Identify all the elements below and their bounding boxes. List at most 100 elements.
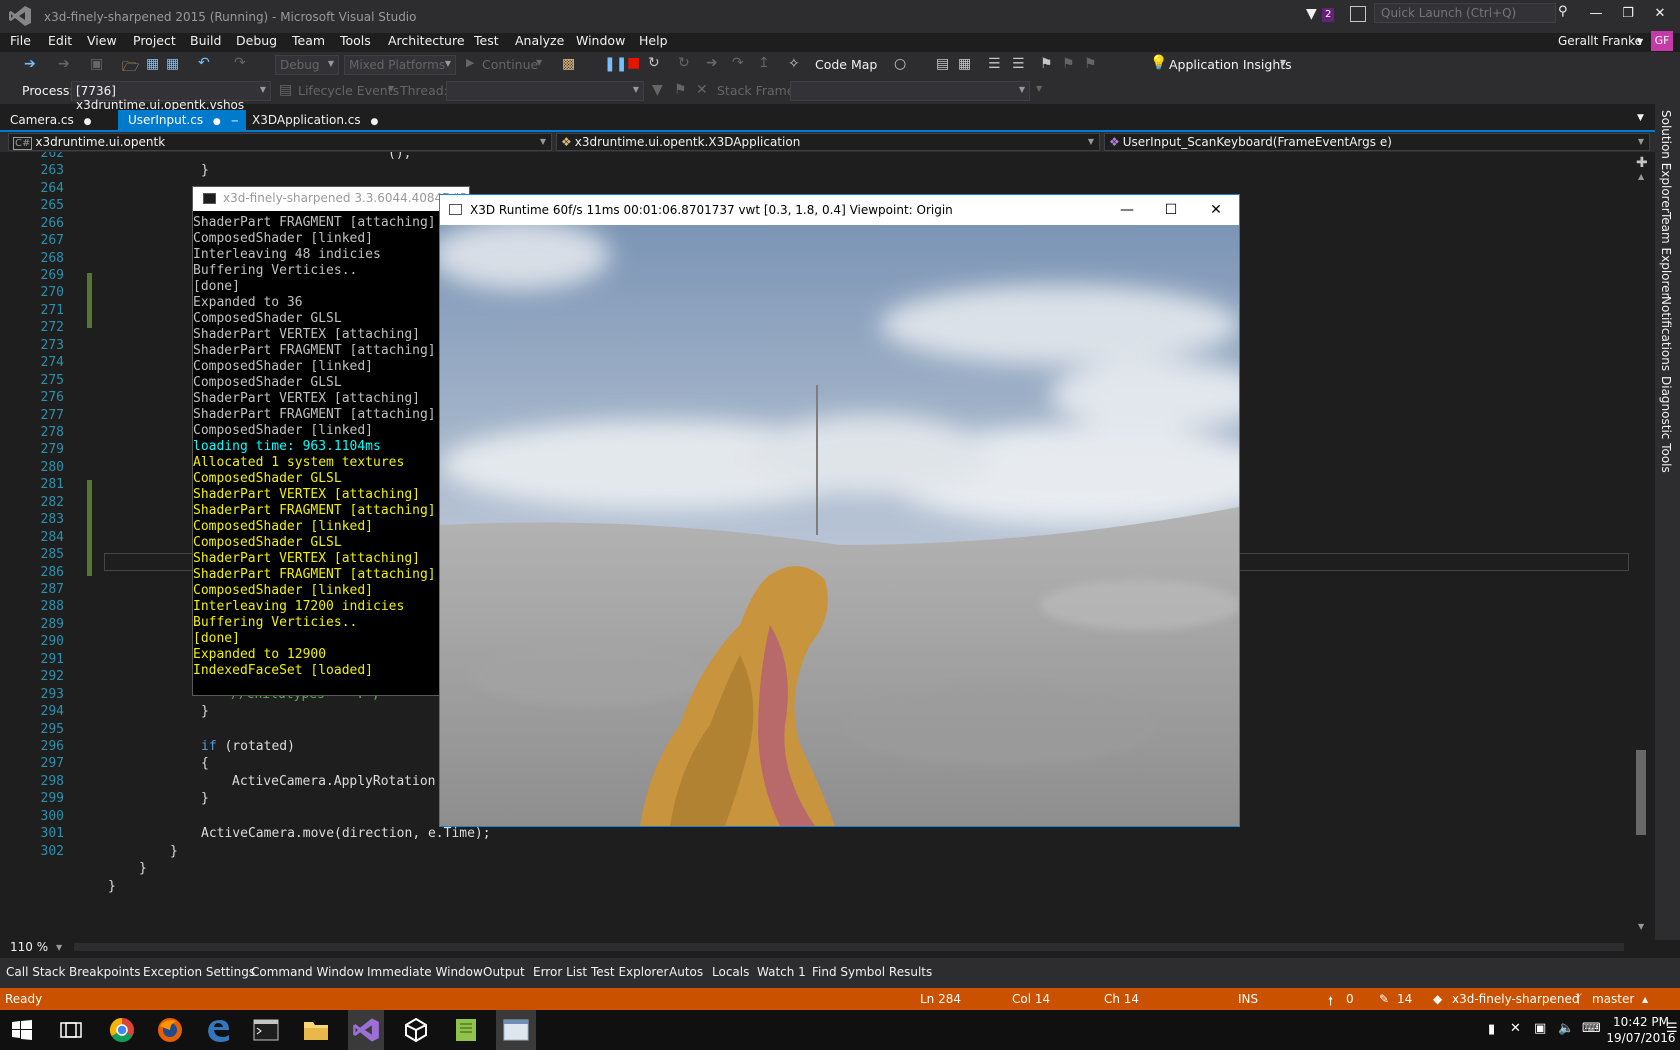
tab-breakpoints[interactable]: Breakpoints — [69, 965, 140, 979]
menu-build[interactable]: Build — [190, 33, 221, 48]
menu-architecture[interactable]: Architecture — [388, 33, 465, 48]
step-out-icon[interactable]: ↥ — [758, 55, 770, 71]
feedback-icon[interactable] — [1350, 6, 1366, 22]
tab-test-explorer[interactable]: Test Explorer — [591, 965, 668, 979]
unity-icon[interactable] — [402, 1016, 430, 1044]
attach-icon[interactable]: ▩ — [562, 56, 575, 72]
comment-icon[interactable]: ☰ — [1012, 56, 1025, 72]
console-taskbar-button[interactable] — [496, 1010, 536, 1050]
restart-icon[interactable]: ↻ — [648, 55, 660, 71]
chevron-down-icon[interactable]: ▼ — [1637, 37, 1643, 46]
tabs-dropdown-icon[interactable]: ▼ — [1637, 113, 1644, 123]
stack-frame-select[interactable]: ▼ — [790, 81, 1030, 101]
tab-locals[interactable]: Locals — [712, 965, 749, 979]
branch-name[interactable]: master — [1592, 992, 1634, 1006]
chevron-up-icon[interactable]: ▲ — [1642, 995, 1648, 1004]
file-explorer-icon[interactable] — [302, 1016, 330, 1044]
indent-icon[interactable]: ☰ — [988, 56, 1001, 72]
solution-configuration-select[interactable]: Debug ▼ — [275, 55, 339, 75]
split-icon[interactable]: ✚ — [1636, 155, 1648, 171]
menu-analyze[interactable]: Analyze — [515, 33, 564, 48]
task-view-icon[interactable] — [60, 1020, 82, 1040]
menu-test[interactable]: Test — [474, 33, 499, 48]
process-select[interactable]: [7736] x3druntime.ui.opentk.vshos ▼ — [71, 81, 271, 112]
tab-x3dapplication-cs[interactable]: X3DApplication.cs ● — [242, 110, 382, 131]
notepad-plus-plus-icon[interactable] — [452, 1016, 480, 1044]
solution-platform-select[interactable]: Mixed Platforms ▼ — [344, 55, 456, 75]
step-over-icon[interactable]: ↷ — [732, 55, 744, 71]
chevron-down-icon[interactable]: ▼ — [388, 84, 394, 93]
tab-exception-settings[interactable]: Exception Settings — [143, 965, 255, 979]
edge-icon[interactable] — [204, 1016, 232, 1044]
firefox-icon[interactable] — [156, 1016, 184, 1044]
scroll-up-icon[interactable]: ▲ — [1638, 172, 1644, 181]
flag-icon[interactable]: ⚑ — [674, 82, 687, 98]
terminal-icon[interactable] — [252, 1016, 280, 1044]
tab-team-explorer[interactable]: Team Explorer — [1659, 212, 1673, 298]
pending-changes-count[interactable]: 14 — [1397, 992, 1412, 1006]
pin-icon[interactable]: ● — [370, 117, 378, 127]
windows-start-icon[interactable] — [12, 1020, 32, 1040]
menu-window[interactable]: Window — [576, 33, 625, 48]
minimize-button[interactable]: — — [1578, 0, 1614, 28]
pin-icon[interactable]: − — [231, 116, 239, 127]
clear-flags-icon[interactable]: ✕ — [696, 82, 708, 98]
menu-debug[interactable]: Debug — [236, 33, 277, 48]
scroll-down-icon[interactable]: ▼ — [1638, 922, 1644, 931]
visual-studio-taskbar-button[interactable] — [348, 1010, 384, 1050]
stop-icon[interactable]: ■ — [627, 55, 640, 71]
menu-view[interactable]: View — [87, 33, 117, 48]
tab-camera-cs[interactable]: Camera.cs ● — [0, 110, 116, 131]
bookmark-next-icon[interactable]: ⚑ — [1084, 56, 1097, 72]
code-map-icon[interactable]: ✧ — [788, 56, 800, 72]
chevron-down-icon[interactable]: ▼ — [1280, 58, 1286, 67]
console-title-bar[interactable]: x3d-finely-sharpened 3.3.6044.40847 "Sav — [193, 187, 469, 211]
zoom-level[interactable]: 110 % — [10, 940, 48, 954]
battery-icon[interactable]: ▮ — [1488, 1022, 1495, 1037]
pin-icon[interactable]: ● — [84, 117, 92, 127]
thread-select[interactable]: ▼ — [446, 81, 644, 101]
pause-icon[interactable]: ❚❚ — [604, 56, 627, 72]
step-into-icon[interactable]: ➜ — [706, 55, 718, 71]
keyboard-icon[interactable]: ⌨ — [1582, 1021, 1601, 1036]
x3d-title-bar[interactable]: X3D Runtime 60f/s 11ms 00:01:06.8701737 … — [440, 195, 1239, 225]
continue-button[interactable]: Continue — [482, 57, 538, 72]
redo-icon[interactable]: ↷ — [234, 55, 246, 71]
member-select[interactable]: ❖ UserInput_ScanKeyboard(FrameEventArgs e… — [1104, 133, 1650, 151]
search-icon[interactable]: ⚲ — [1558, 4, 1568, 19]
menu-help[interactable]: Help — [639, 33, 668, 48]
tab-output[interactable]: Output — [483, 965, 525, 979]
x3d-close-button[interactable]: ✕ — [1193, 195, 1239, 225]
tab-diagnostic-tools[interactable]: Diagnostic Tools — [1659, 376, 1673, 473]
chrome-icon[interactable] — [108, 1016, 136, 1044]
save-all-icon[interactable]: ▦ — [166, 56, 179, 72]
menu-edit[interactable]: Edit — [48, 33, 72, 48]
x3d-minimize-button[interactable]: — — [1104, 195, 1150, 225]
x3d-maximize-button[interactable]: ☐ — [1148, 195, 1194, 225]
publish-count[interactable]: 0 — [1346, 992, 1354, 1006]
navigate-back-icon[interactable]: ➔ — [24, 56, 36, 72]
lifecycle-icon[interactable]: ▤ — [279, 82, 292, 98]
display-icon[interactable]: ▣ — [1534, 1021, 1546, 1036]
lifecycle-events-button[interactable]: Lifecycle Events — [298, 83, 399, 98]
tab-notifications[interactable]: Notifications — [1659, 296, 1673, 371]
x3d-runtime-window[interactable]: X3D Runtime 60f/s 11ms 00:01:06.8701737 … — [439, 194, 1240, 827]
chevron-down-icon[interactable]: ▼ — [536, 58, 542, 67]
show-next-statement-icon[interactable]: ↻ — [678, 55, 690, 71]
chevron-down-icon[interactable]: ▼ — [1036, 84, 1042, 93]
git-repo-icon[interactable]: ◆ — [1433, 992, 1442, 1006]
copy-icon[interactable]: ▦ — [958, 56, 971, 72]
layout-icon[interactable]: ▤ — [936, 56, 949, 72]
tab-immediate-window[interactable]: Immediate Window — [367, 965, 483, 979]
horizontal-scrollbar[interactable] — [74, 943, 1624, 951]
save-icon[interactable]: ▦ — [146, 56, 159, 72]
notification-badge[interactable]: 2 — [1322, 8, 1335, 22]
tab-autos[interactable]: Autos — [669, 965, 703, 979]
close-button[interactable]: ✕ — [1642, 0, 1678, 28]
network-icon[interactable]: ✕ — [1510, 1021, 1521, 1036]
tab-call-stack[interactable]: Call Stack — [6, 965, 65, 979]
user-name[interactable]: Gerallt Franke — [1558, 34, 1642, 48]
continue-icon[interactable]: ▶ — [466, 56, 474, 69]
code-map-button[interactable]: Code Map — [815, 57, 877, 72]
menu-team[interactable]: Team — [292, 33, 325, 48]
